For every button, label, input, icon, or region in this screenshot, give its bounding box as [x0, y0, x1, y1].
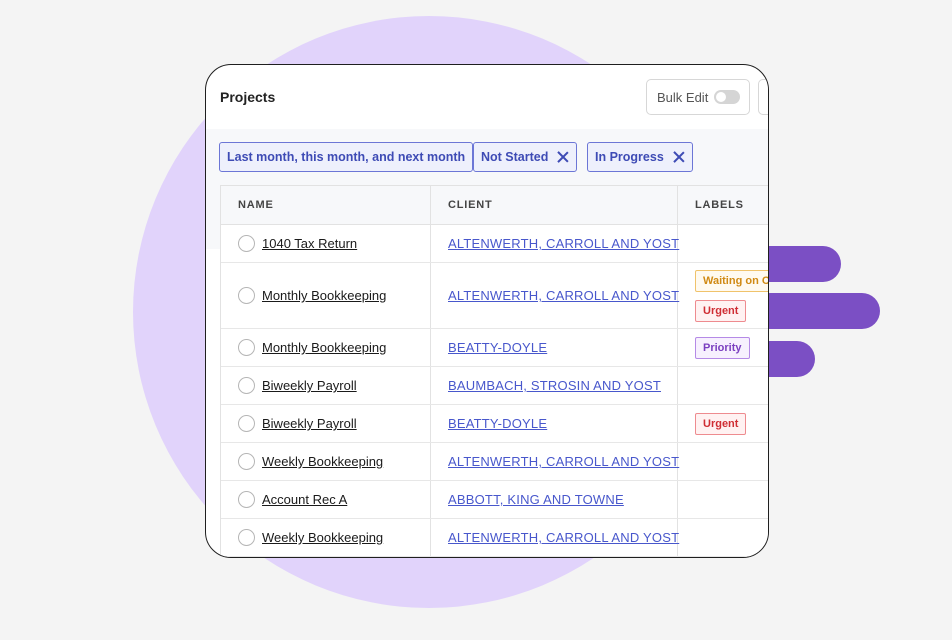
project-name-link[interactable]: 1040 Tax Return: [262, 236, 357, 251]
project-name-link[interactable]: Monthly Bookkeeping: [262, 340, 386, 355]
table-row[interactable]: 1040 Tax Return ALTENWERTH, CARROLL AND Y…: [221, 225, 768, 263]
client-link[interactable]: BAUMBACH, STROSIN AND YOST: [448, 378, 661, 393]
toggle-switch[interactable]: [714, 90, 741, 104]
client-link[interactable]: ALTENWERTH, CARROLL AND YOST: [448, 236, 679, 251]
client-link[interactable]: ABBOTT, KING AND TOWNE: [448, 492, 624, 507]
status-radio[interactable]: [238, 339, 255, 356]
filter-chip-label: Last month, this month, and next month: [227, 150, 466, 164]
column-header-name[interactable]: NAME: [238, 186, 274, 225]
label-badge-priority: Priority: [695, 337, 750, 359]
table-row[interactable]: Weekly Bookkeeping ALTENWERTH, CARROLL AN…: [221, 443, 768, 481]
project-name-link[interactable]: Biweekly Payroll: [262, 416, 357, 431]
label-badge-waiting: Waiting on Cl: [695, 270, 768, 292]
status-radio[interactable]: [238, 235, 255, 252]
label-badge-urgent: Urgent: [695, 413, 747, 435]
projects-panel: Projects Bulk Edit Last month, this mont…: [205, 64, 769, 558]
project-name-link[interactable]: Monthly Bookkeeping: [262, 288, 386, 303]
table-row[interactable]: Monthly Bookkeeping ALTENWERTH, CARROLL A…: [221, 263, 768, 329]
table-header: NAME CLIENT LABELS: [221, 186, 768, 225]
project-name-link[interactable]: Biweekly Payroll: [262, 378, 357, 393]
table-row[interactable]: Biweekly Payroll BEATTY-DOYLE Urgent: [221, 405, 768, 443]
table-row[interactable]: Weekly Bookkeeping ALTENWERTH, CARROLL AN…: [221, 519, 768, 557]
bulk-edit-toggle[interactable]: Bulk Edit: [646, 79, 750, 115]
status-radio[interactable]: [238, 491, 255, 508]
filter-chip-date-range[interactable]: Last month, this month, and next month: [219, 142, 474, 172]
panel-header: Projects Bulk Edit: [206, 65, 768, 129]
filter-chip-in-progress[interactable]: In Progress: [587, 142, 693, 172]
project-name-link[interactable]: Weekly Bookkeeping: [262, 530, 383, 545]
status-radio[interactable]: [238, 377, 255, 394]
header-action-button[interactable]: [758, 79, 768, 115]
page-title: Projects: [220, 89, 276, 105]
table-row[interactable]: Biweekly Payroll BAUMBACH, STROSIN AND YO…: [221, 367, 768, 405]
close-icon[interactable]: [557, 151, 569, 163]
client-link[interactable]: ALTENWERTH, CARROLL AND YOST: [448, 454, 679, 469]
status-radio[interactable]: [238, 529, 255, 546]
bulk-edit-label: Bulk Edit: [657, 89, 709, 105]
close-icon[interactable]: [673, 151, 685, 163]
client-link[interactable]: ALTENWERTH, CARROLL AND YOST: [448, 288, 679, 303]
column-header-labels[interactable]: LABELS: [695, 186, 744, 225]
status-radio[interactable]: [238, 415, 255, 432]
client-link[interactable]: BEATTY-DOYLE: [448, 416, 547, 431]
project-name-link[interactable]: Weekly Bookkeeping: [262, 454, 383, 469]
projects-table: NAME CLIENT LABELS 1040 Tax Return ALTENW…: [220, 185, 768, 557]
client-link[interactable]: ALTENWERTH, CARROLL AND YOST: [448, 530, 679, 545]
filter-chip-not-started[interactable]: Not Started: [473, 142, 578, 172]
project-name-link[interactable]: Account Rec A: [262, 492, 347, 507]
column-header-client[interactable]: CLIENT: [448, 186, 493, 225]
status-radio[interactable]: [238, 453, 255, 470]
status-radio[interactable]: [238, 287, 255, 304]
filter-chip-label: In Progress: [595, 150, 664, 164]
table-row[interactable]: Account Rec A ABBOTT, KING AND TOWNE: [221, 481, 768, 519]
client-link[interactable]: BEATTY-DOYLE: [448, 340, 547, 355]
table-row[interactable]: Monthly Bookkeeping BEATTY-DOYLE Priority: [221, 329, 768, 367]
filter-chip-label: Not Started: [481, 150, 549, 164]
label-badge-urgent: Urgent: [695, 300, 747, 322]
